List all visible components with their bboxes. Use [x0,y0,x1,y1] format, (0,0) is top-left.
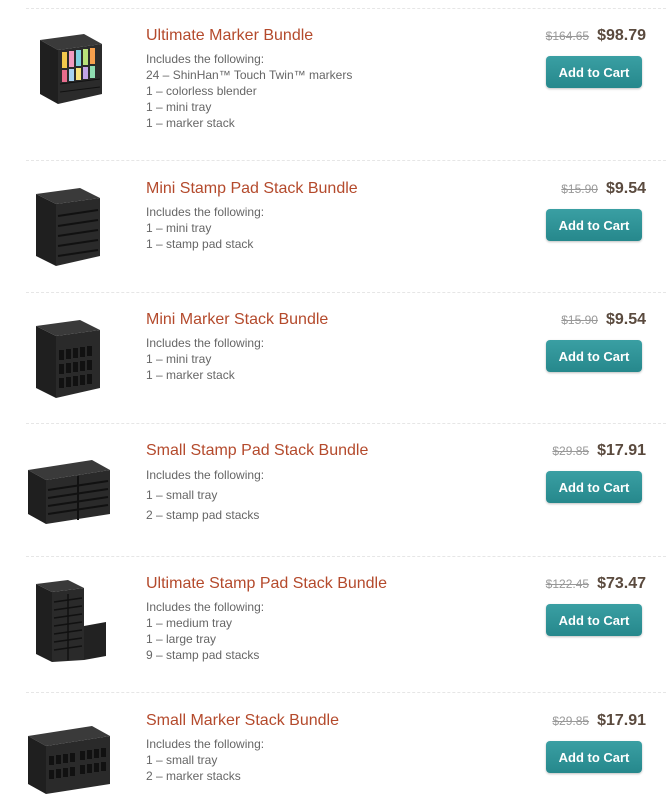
includes-label: Includes the following: [146,336,265,350]
includes-label: Includes the following: [146,600,265,614]
product-includes: Includes the following: 1 – mini tray 1 … [146,204,264,252]
sale-price: $98.79 [597,27,646,44]
add-to-cart-button[interactable]: Add to Cart [546,340,642,372]
product-includes: Includes the following: 24 – ShinHan™ To… [146,51,352,131]
includes-line: 1 – colorless blender [146,84,257,98]
original-price: $164.65 [545,29,590,43]
mini-marker-stack-image[interactable] [22,312,112,402]
includes-line: 1 – marker stack [146,368,235,382]
includes-label: Includes the following: [146,205,265,219]
includes-line: 2 – stamp pad stacks [146,508,260,522]
original-price: $122.45 [545,577,590,591]
includes-line: 1 – marker stack [146,116,235,130]
sale-price: $17.91 [597,442,646,459]
includes-line: 24 – ShinHan™ Touch Twin™ markers [146,68,353,82]
includes-line: 1 – mini tray [146,221,212,235]
add-to-cart-button[interactable]: Add to Cart [546,604,642,636]
add-to-cart-button[interactable]: Add to Cart [546,471,642,503]
row-divider [26,160,666,161]
includes-line: 1 – small tray [146,488,218,502]
product-includes: Includes the following: 1 – small tray 2… [146,467,264,523]
row-divider [26,556,666,557]
includes-line: 1 – small tray [146,753,218,767]
sale-price: $9.54 [605,311,646,328]
product-includes: Includes the following: 1 – small tray 2… [146,736,264,784]
row-divider [26,8,666,9]
row-divider [26,423,666,424]
product-title[interactable]: Ultimate Marker Bundle [146,27,313,45]
original-price: $15.90 [561,182,598,196]
product-title[interactable]: Mini Marker Stack Bundle [146,311,328,329]
product-title[interactable]: Mini Stamp Pad Stack Bundle [146,180,358,198]
price-block: $15.90 $9.54 [561,311,646,329]
includes-line: 1 – medium tray [146,616,233,630]
add-to-cart-button[interactable]: Add to Cart [546,209,642,241]
includes-label: Includes the following: [146,737,265,751]
add-to-cart-button[interactable]: Add to Cart [546,741,642,773]
product-list: Ultimate Marker Bundle Includes the foll… [0,0,666,799]
price-block: $29.85 $17.91 [552,442,646,460]
product-includes: Includes the following: 1 – mini tray 1 … [146,335,264,383]
includes-label: Includes the following: [146,52,265,66]
includes-line: 1 – large tray [146,632,217,646]
row-divider [26,292,666,293]
sale-price: $73.47 [597,575,646,592]
marker-cube-with-markers-image[interactable] [22,22,112,112]
price-block: $122.45 $73.47 [546,575,646,593]
includes-line: 9 – stamp pad stacks [146,648,260,662]
includes-line: 1 – mini tray [146,100,212,114]
original-price: $15.90 [561,313,598,327]
product-includes: Includes the following: 1 – medium tray … [146,599,264,663]
includes-line: 1 – stamp pad stack [146,237,254,251]
small-stamp-pad-stack-image[interactable] [22,444,112,534]
product-title[interactable]: Ultimate Stamp Pad Stack Bundle [146,575,387,593]
includes-line: 2 – marker stacks [146,769,241,783]
sale-price: $17.91 [597,712,646,729]
original-price: $29.85 [552,714,590,728]
add-to-cart-button[interactable]: Add to Cart [546,56,642,88]
ultimate-stamp-pad-stack-image[interactable] [22,576,112,666]
price-block: $29.85 $17.91 [552,712,646,730]
mini-stamp-pad-stack-image[interactable] [22,180,112,270]
row-divider [26,692,666,693]
includes-line: 1 – mini tray [146,352,212,366]
product-title[interactable]: Small Marker Stack Bundle [146,712,339,730]
includes-label: Includes the following: [146,468,265,482]
small-marker-stack-image[interactable] [22,712,112,802]
sale-price: $9.54 [605,180,646,197]
product-title[interactable]: Small Stamp Pad Stack Bundle [146,442,368,460]
price-block: $15.90 $9.54 [561,180,646,198]
original-price: $29.85 [552,444,590,458]
price-block: $164.65 $98.79 [546,27,646,45]
